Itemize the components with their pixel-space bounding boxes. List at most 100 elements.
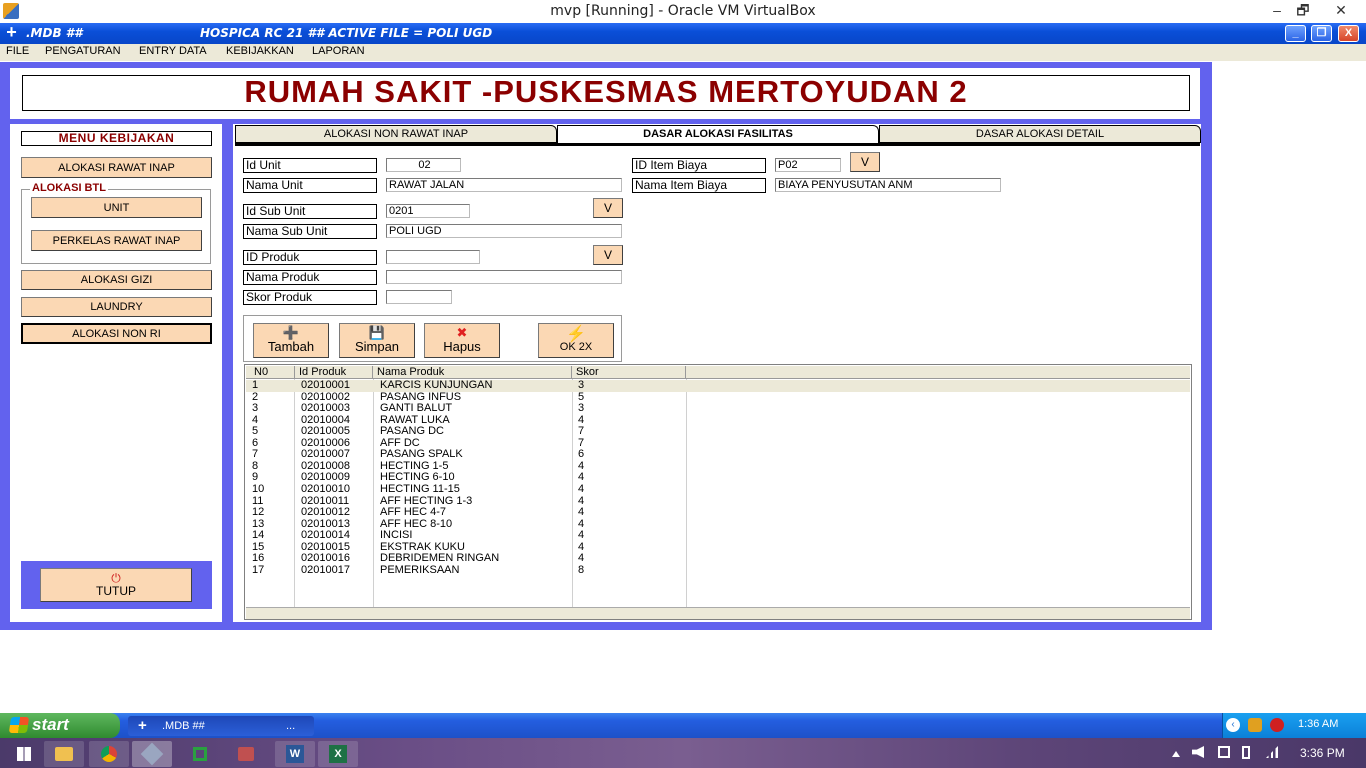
network-icon[interactable] bbox=[1218, 746, 1230, 758]
windows-start-icon[interactable] bbox=[4, 741, 44, 767]
skor-produk-label: Skor Produk bbox=[243, 290, 377, 305]
media-icon[interactable] bbox=[226, 741, 266, 767]
nama-unit-input[interactable]: RAWAT JALAN bbox=[386, 178, 622, 192]
grid-header-no[interactable]: N0 bbox=[250, 366, 295, 379]
produk-lookup-button[interactable]: V bbox=[593, 245, 623, 265]
menu-file[interactable]: FILE bbox=[6, 45, 29, 57]
shield-icon[interactable] bbox=[1248, 718, 1262, 732]
nama-item-biaya-input[interactable]: BIAYA PENYUSUTAN ANM bbox=[775, 178, 1001, 192]
id-sub-unit-input[interactable]: 0201 bbox=[386, 204, 470, 218]
vbox-close-button[interactable]: ✕ bbox=[1318, 0, 1364, 21]
cell-no: 14 bbox=[252, 529, 265, 542]
cell-nama-produk: PASANG SPALK bbox=[380, 448, 463, 461]
table-row[interactable]: 17 02010017 PEMERIKSAAN 8 bbox=[246, 563, 1190, 577]
cell-nama-produk: PASANG INFUS bbox=[380, 390, 462, 403]
menu-entry-data[interactable]: ENTRY DATA bbox=[139, 45, 207, 57]
sub-unit-lookup-button[interactable]: V bbox=[593, 198, 623, 218]
cell-no: 16 bbox=[252, 552, 265, 565]
unit-button[interactable]: UNIT bbox=[31, 197, 202, 218]
battery-icon[interactable] bbox=[1242, 746, 1250, 759]
table-row[interactable]: 10 02010010 HECTING 11-15 4 bbox=[246, 482, 1190, 496]
simpan-button[interactable]: 💾 Simpan bbox=[339, 323, 415, 358]
cell-skor: 3 bbox=[578, 379, 585, 391]
cell-skor: 4 bbox=[578, 552, 585, 565]
app-plus-icon: + bbox=[138, 717, 147, 734]
cell-nama-produk: HECTING 1-5 bbox=[380, 459, 449, 472]
laundry-button[interactable]: LAUNDRY bbox=[21, 297, 212, 317]
table-row[interactable]: 14 02010014 INCISI 4 bbox=[246, 530, 1190, 542]
tab-dasar-alokasi-fasilitas[interactable]: DASAR ALOKASI FASILITAS bbox=[557, 125, 879, 143]
vbox-restore-button[interactable]: 🗗 bbox=[1290, 0, 1316, 21]
host-clock: 3:36 PM bbox=[1300, 746, 1345, 760]
hapus-button[interactable]: ✖ Hapus bbox=[424, 323, 500, 358]
nama-produk-input[interactable] bbox=[386, 270, 622, 284]
menu-kebijakkan[interactable]: KEBIJAKKAN bbox=[226, 45, 294, 57]
id-item-biaya-label: ID Item Biaya bbox=[632, 158, 766, 173]
table-row[interactable]: 5 02010005 PASANG DC 7 bbox=[246, 426, 1190, 438]
app-minimize-button[interactable]: _ bbox=[1285, 25, 1306, 42]
tutup-button[interactable]: ⏻ TUTUP bbox=[40, 568, 192, 602]
perkelas-rawat-inap-button[interactable]: PERKELAS RAWAT INAP bbox=[31, 230, 202, 251]
add-icon: ➕ bbox=[282, 325, 300, 340]
app-close-button[interactable]: X bbox=[1338, 25, 1359, 42]
vbox-minimize-button[interactable]: – bbox=[1264, 0, 1290, 21]
cell-id-produk: 02010007 bbox=[301, 448, 350, 461]
alokasi-gizi-button[interactable]: ALOKASI GIZI bbox=[21, 270, 212, 290]
green-app-icon[interactable] bbox=[180, 741, 220, 767]
word-icon[interactable]: W bbox=[275, 741, 315, 767]
tray-back-icon[interactable]: ‹ bbox=[1226, 718, 1240, 732]
id-unit-input[interactable]: 02 bbox=[386, 158, 461, 172]
cell-no: 12 bbox=[252, 506, 265, 519]
menu-pengaturan[interactable]: PENGATURAN bbox=[45, 45, 121, 57]
cell-skor: 8 bbox=[578, 563, 585, 576]
grid-header-skor[interactable]: Skor bbox=[572, 366, 686, 379]
hospital-title: RUMAH SAKIT -PUSKESMAS MERTOYUDAN 2 bbox=[244, 74, 968, 109]
cell-id-produk: 02010013 bbox=[301, 517, 350, 530]
cell-no: 4 bbox=[252, 413, 259, 426]
cell-no: 13 bbox=[252, 517, 265, 530]
table-row[interactable]: 1 02010001 KARCIS KUNJUNGAN 3 bbox=[246, 380, 1190, 392]
id-produk-input[interactable] bbox=[386, 250, 480, 264]
cell-nama-produk: AFF DC bbox=[380, 436, 420, 449]
cell-nama-produk: PEMERIKSAAN bbox=[380, 563, 460, 576]
lightning-icon: ⚡ bbox=[566, 325, 586, 343]
cell-no: 5 bbox=[252, 425, 259, 438]
cell-nama-produk: HECTING 6-10 bbox=[380, 471, 455, 484]
grid-header-nama-produk[interactable]: Nama Produk bbox=[373, 366, 572, 379]
cell-no: 11 bbox=[252, 494, 264, 507]
nama-sub-unit-input[interactable]: POLI UGD bbox=[386, 224, 622, 238]
table-row[interactable]: 12 02010012 AFF HEC 4-7 4 bbox=[246, 507, 1190, 519]
cell-id-produk: 02010012 bbox=[301, 506, 350, 519]
app-plus-icon: + bbox=[6, 22, 17, 42]
table-row[interactable]: 3 02010003 GANTI BALUT 3 bbox=[246, 403, 1190, 415]
grid-horizontal-scrollbar[interactable] bbox=[246, 607, 1190, 619]
alokasi-non-ri-button[interactable]: ALOKASI NON RI bbox=[21, 323, 212, 344]
cell-no: 2 bbox=[252, 390, 259, 403]
cell-no: 15 bbox=[252, 540, 265, 553]
ok-2x-button[interactable]: ⚡ OK 2X bbox=[538, 323, 614, 358]
chrome-icon[interactable] bbox=[89, 741, 129, 767]
alert-icon[interactable] bbox=[1270, 718, 1284, 732]
tab-alokasi-non-rawat-inap[interactable]: ALOKASI NON RAWAT INAP bbox=[235, 125, 557, 143]
virtualbox-taskbar-icon[interactable] bbox=[132, 741, 172, 767]
simpan-label: Simpan bbox=[354, 339, 400, 354]
excel-icon[interactable]: X bbox=[318, 741, 358, 767]
cell-id-produk: 02010008 bbox=[301, 459, 350, 472]
grid-header-id-produk[interactable]: Id Produk bbox=[295, 366, 373, 379]
tambah-label: Tambah bbox=[267, 339, 315, 354]
cell-nama-produk: EKSTRAK KUKU bbox=[380, 540, 465, 553]
taskbar-app-item[interactable]: + .MDB ## ... bbox=[128, 716, 314, 736]
tambah-button[interactable]: ➕ Tambah bbox=[253, 323, 329, 358]
file-explorer-icon[interactable] bbox=[44, 741, 84, 767]
tab-dasar-alokasi-detail[interactable]: DASAR ALOKASI DETAIL bbox=[879, 125, 1201, 143]
cell-id-produk: 02010003 bbox=[301, 402, 350, 415]
menu-laporan[interactable]: LAPORAN bbox=[312, 45, 365, 57]
id-item-biaya-input[interactable]: P02 bbox=[775, 158, 841, 172]
alokasi-rawat-inap-button[interactable]: ALOKASI RAWAT INAP bbox=[21, 157, 212, 178]
id-produk-label: ID Produk bbox=[243, 250, 377, 265]
app-maximize-button[interactable]: ❐ bbox=[1311, 25, 1332, 42]
skor-produk-input[interactable] bbox=[386, 290, 452, 304]
item-biaya-lookup-button[interactable]: V bbox=[850, 152, 880, 172]
cell-skor: 4 bbox=[578, 482, 585, 495]
tray-expand-icon[interactable] bbox=[1172, 749, 1180, 757]
